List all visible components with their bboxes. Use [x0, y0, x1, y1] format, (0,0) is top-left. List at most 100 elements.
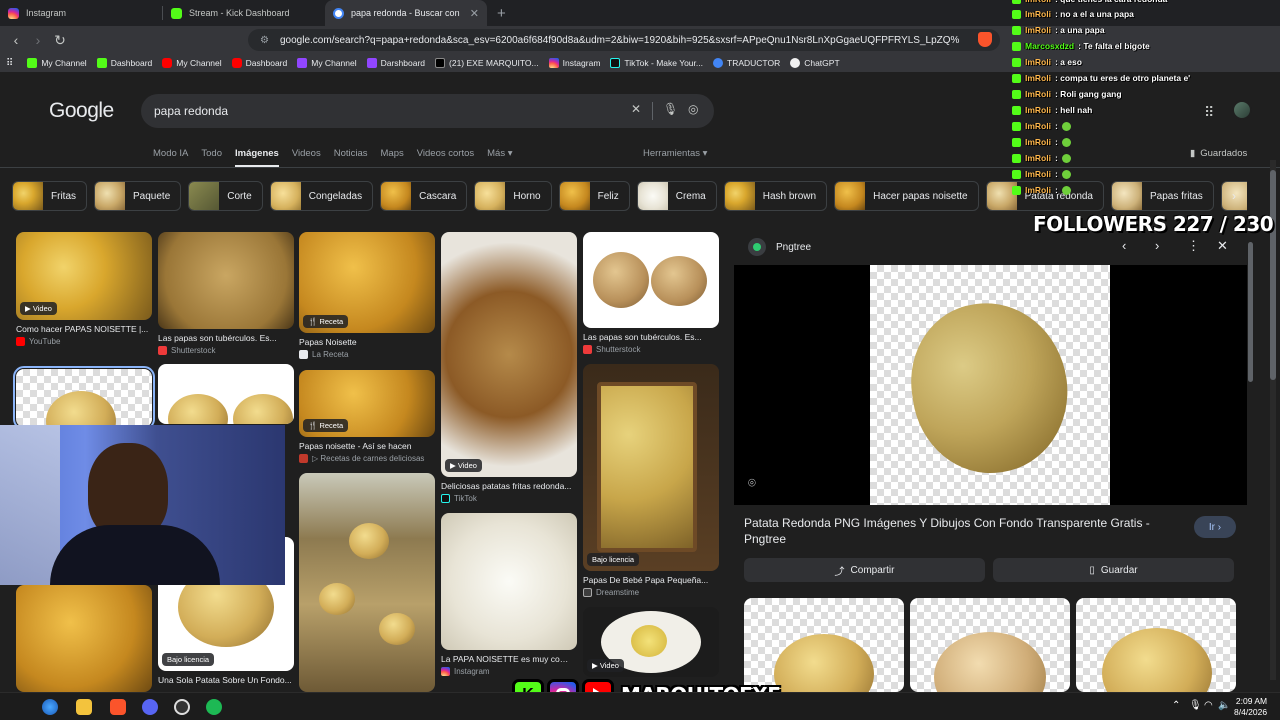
potato-image: [319, 583, 355, 615]
emote-icon: [1061, 153, 1071, 163]
chip-cascara[interactable]: Cascara: [380, 181, 468, 211]
tab-noticias[interactable]: Noticias: [334, 148, 368, 168]
chip-paquete[interactable]: Paquete: [94, 181, 182, 211]
tools-button[interactable]: Herramientas ▾: [643, 148, 707, 159]
image-result[interactable]: ▶ Video Como hacer PAPAS NOISETTE |... Y…: [16, 232, 152, 346]
related-image[interactable]: [1076, 598, 1236, 692]
tab-videos-cortos[interactable]: Videos cortos: [417, 148, 474, 168]
bookmark-item[interactable]: My Channel: [27, 58, 87, 68]
image-result[interactable]: [13, 366, 155, 430]
chip-hacer-papas-noisette[interactable]: Hacer papas noisette: [834, 181, 979, 211]
tab-kick-dashboard[interactable]: Stream - Kick Dashboard: [163, 0, 325, 26]
tab-imagenes[interactable]: Imágenes: [235, 148, 279, 168]
microphone-icon[interactable]: 🎙: [1189, 700, 1202, 711]
image-result[interactable]: [158, 364, 294, 424]
bookmark-label: TRADUCTOR: [727, 58, 781, 68]
tab-maps[interactable]: Maps: [381, 148, 404, 168]
chat-message: ImRoli: a eso: [1012, 57, 1082, 67]
apps-grid-icon[interactable]: ⠿: [6, 58, 13, 69]
clear-icon[interactable]: ✕: [631, 102, 641, 116]
search-input[interactable]: papa redonda ✕ 🎙 ◎: [141, 94, 714, 128]
preview-image[interactable]: ⌾: [734, 265, 1247, 505]
image-result[interactable]: La PAPA NOISETTE es muy comú... Instagra…: [441, 513, 577, 676]
brave-browser-icon[interactable]: [110, 699, 126, 715]
bookmark-item[interactable]: ChatGPT: [790, 58, 840, 68]
lens-camera-icon[interactable]: ◎: [688, 102, 698, 116]
next-arrow-icon[interactable]: ›: [1155, 238, 1159, 253]
image-result[interactable]: Las papas son tubérculos. Es... Shutters…: [583, 232, 719, 354]
time: 2:09 AM: [1235, 696, 1268, 706]
chip-corte[interactable]: Corte: [188, 181, 263, 211]
chip-label: Cascara: [419, 190, 457, 202]
tab-mas[interactable]: Más ▾: [487, 148, 512, 168]
image-result[interactable]: Bajo licencia Papas De Bebé Papa Pequeña…: [583, 364, 719, 597]
bookmark-item[interactable]: Darshboard: [366, 58, 425, 68]
instagram-icon: [548, 58, 559, 68]
chat-username: ImRoli: [1025, 121, 1051, 131]
volume-icon[interactable]: 🔈: [1218, 700, 1230, 711]
chip-horno[interactable]: Horno: [474, 181, 552, 211]
streamer-body: [50, 525, 220, 585]
visit-button[interactable]: Ir ›: [1194, 516, 1236, 538]
tab-modo-ia[interactable]: Modo IA: [153, 148, 188, 168]
close-icon[interactable]: ✕: [1217, 238, 1228, 254]
image-result[interactable]: ▶ Video: [583, 607, 719, 677]
image-result[interactable]: [299, 473, 435, 692]
image-result[interactable]: [16, 585, 152, 692]
avatar[interactable]: [1232, 100, 1252, 120]
reload-icon[interactable]: ↻: [50, 32, 70, 49]
new-tab-plus-icon[interactable]: +: [497, 5, 506, 22]
share-button[interactable]: ⤴ Compartir: [744, 558, 985, 582]
tab-todo[interactable]: Todo: [201, 148, 222, 168]
panel-title[interactable]: Patata Redonda PNG Imágenes Y Dibujos Co…: [744, 515, 1174, 547]
more-vert-icon[interactable]: ⋮: [1187, 238, 1200, 254]
file-explorer-icon[interactable]: [76, 699, 92, 715]
bookmark-item[interactable]: TRADUCTOR: [713, 58, 780, 68]
brave-shield-icon[interactable]: [978, 32, 992, 47]
page-scrollbar[interactable]: [1270, 160, 1276, 680]
discord-icon[interactable]: [142, 699, 158, 715]
image-result[interactable]: 🍴 Receta Papas noisette - Así se hacen ▷…: [299, 370, 435, 463]
chip-feliz[interactable]: Feliz: [558, 181, 630, 211]
panel-scrollbar[interactable]: [1248, 242, 1253, 382]
lens-search-icon[interactable]: ⌾: [748, 475, 756, 491]
spotify-icon[interactable]: [206, 699, 222, 715]
close-icon[interactable]: ✕: [470, 7, 479, 20]
related-image[interactable]: [910, 598, 1070, 692]
google-logo[interactable]: Google: [49, 99, 114, 123]
wifi-icon[interactable]: ◠: [1204, 700, 1213, 711]
image-result[interactable]: Las papas son tubérculos. Es... Shutters…: [158, 232, 294, 355]
bookmark-item[interactable]: My Channel: [162, 58, 222, 68]
back-arrow-icon[interactable]: ‹: [6, 32, 26, 48]
tab-videos[interactable]: Videos: [292, 148, 321, 168]
bookmark-item[interactable]: Dashboard: [96, 58, 152, 68]
previous-arrow-icon[interactable]: ‹: [1122, 238, 1126, 253]
chevron-up-icon[interactable]: ⌃: [1172, 700, 1180, 711]
chat-username: ImRoli: [1025, 153, 1051, 163]
obs-icon[interactable]: [174, 699, 190, 715]
bookmark-item[interactable]: Instagram: [548, 58, 600, 68]
site-info-icon[interactable]: ⚙: [260, 35, 269, 46]
clock[interactable]: 2:09 AM 8/4/2026: [1234, 696, 1267, 718]
forward-arrow-icon[interactable]: ›: [28, 32, 48, 48]
tab-google-search[interactable]: papa redonda - Buscar con Goo ✕: [325, 0, 487, 26]
chip-congeladas[interactable]: Congeladas: [269, 181, 374, 211]
source-label: Shutterstock: [171, 346, 216, 355]
save-button[interactable]: ▯ Guardar: [993, 558, 1234, 582]
chip-crema[interactable]: Crema: [636, 181, 717, 211]
panel-site-name[interactable]: Pngtree: [776, 242, 811, 253]
chip-hash-brown[interactable]: Hash brown: [723, 181, 828, 211]
image-result[interactable]: ▶ Video Deliciosas patatas fritas redond…: [441, 232, 577, 503]
bookmark-item[interactable]: TikTok - Make Your...: [610, 58, 703, 68]
chevron-right-icon[interactable]: ›: [1232, 189, 1236, 203]
widgets-icon[interactable]: [42, 699, 58, 715]
chip-fritas[interactable]: Fritas: [12, 181, 87, 211]
microphone-icon[interactable]: 🎙: [663, 102, 678, 116]
webcam-overlay: [0, 425, 285, 585]
bookmark-item[interactable]: My Channel: [297, 58, 357, 68]
image-result[interactable]: 🍴 Receta Papas Noisette La Receta: [299, 232, 435, 359]
tab-instagram[interactable]: Instagram: [0, 0, 162, 26]
address-bar[interactable]: ⚙ google.com/search?q=papa+redonda&sca_e…: [248, 29, 1000, 51]
bookmark-item[interactable]: (21) EXE MARQUITO...: [435, 58, 539, 68]
bookmark-item[interactable]: Dashboard: [231, 58, 287, 68]
